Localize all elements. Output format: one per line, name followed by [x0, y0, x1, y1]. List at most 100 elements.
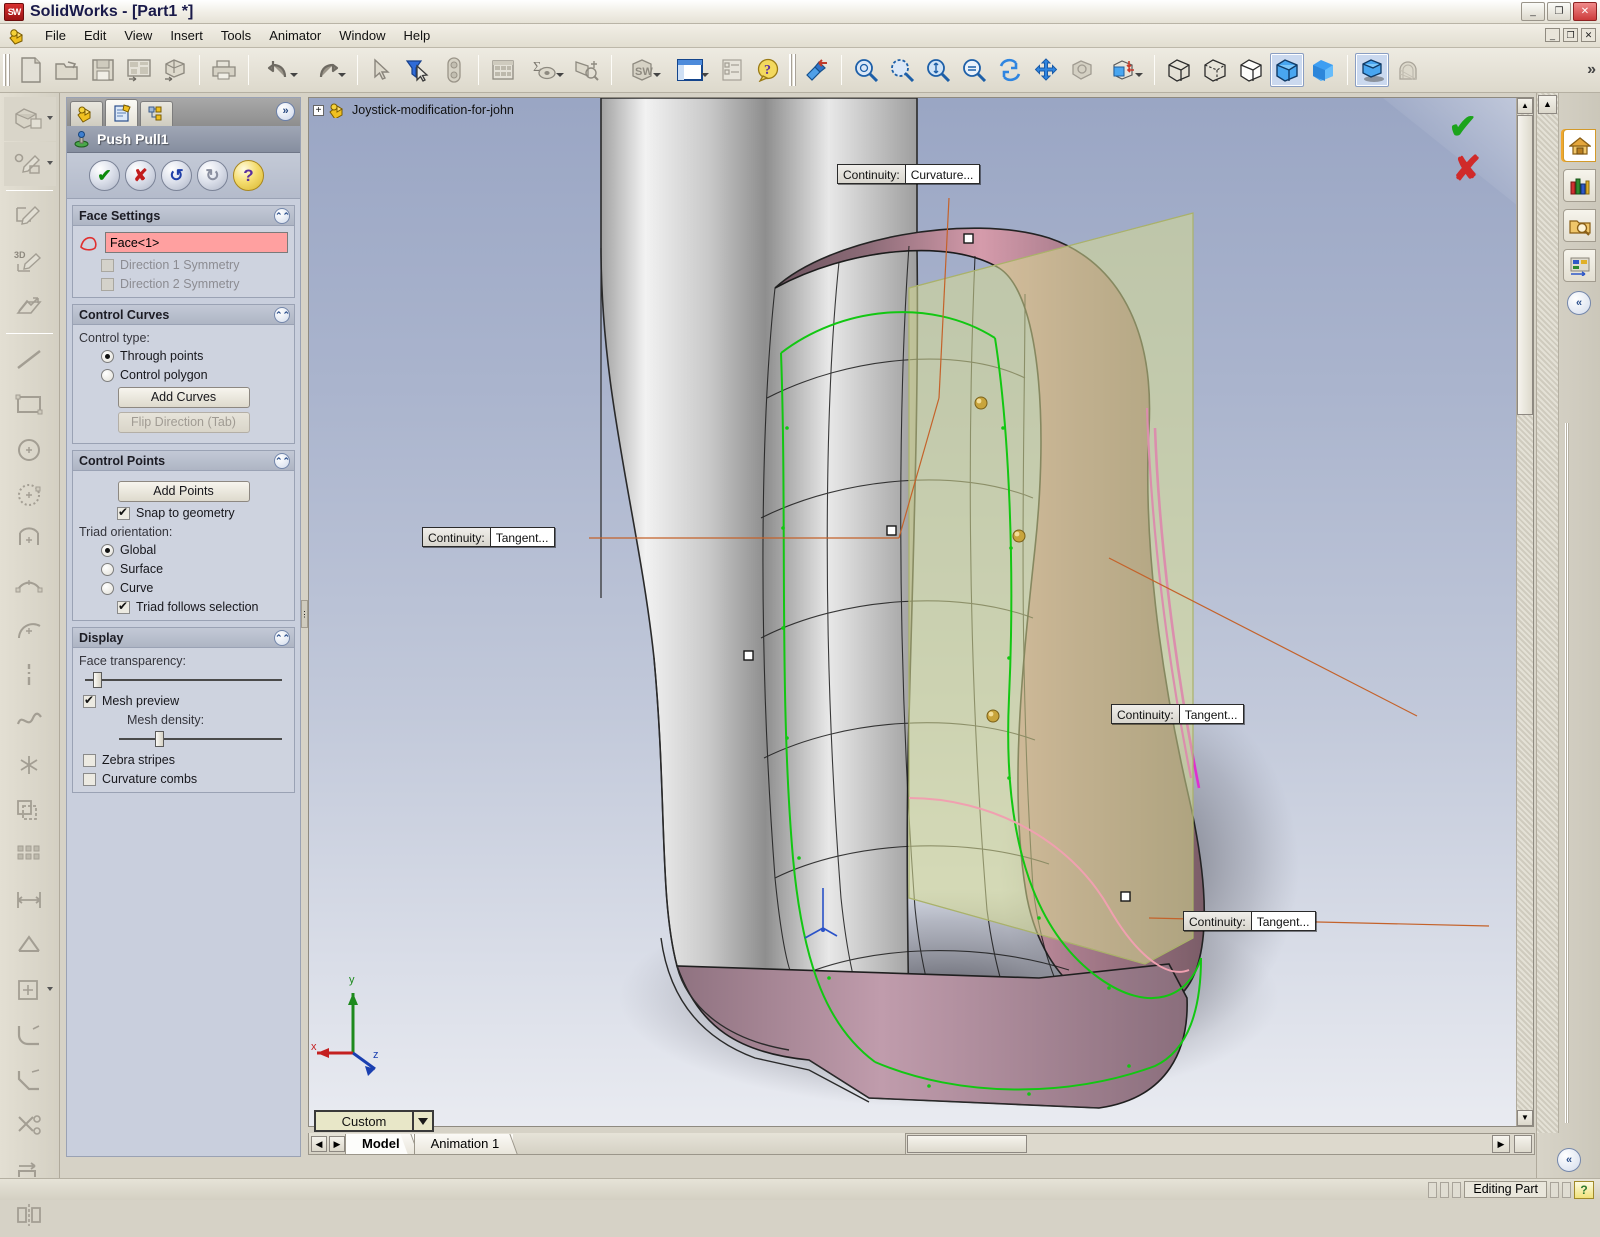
- curvature-combs-checkbox[interactable]: [83, 772, 96, 786]
- centerline-button[interactable]: [4, 653, 56, 697]
- options-list-button[interactable]: [715, 53, 749, 87]
- horizontal-scroll-end-button[interactable]: [1514, 1135, 1532, 1153]
- linear-pattern-button[interactable]: [4, 833, 56, 877]
- document-minimize-button[interactable]: _: [1545, 28, 1560, 42]
- snap-to-geometry-row[interactable]: Snap to geometry: [79, 505, 288, 520]
- perimeter-circle-button[interactable]: [4, 473, 56, 517]
- horizontal-scroll-thumb[interactable]: [907, 1135, 1027, 1153]
- toolbar-grip[interactable]: [3, 54, 10, 86]
- viewport-scroll-thumb[interactable]: [1517, 115, 1533, 415]
- standard-views-button[interactable]: [1101, 53, 1147, 87]
- tab-next-button[interactable]: ▶: [329, 1135, 345, 1152]
- direction-2-symmetry-checkbox[interactable]: [101, 277, 114, 291]
- triad-follows-selection-row[interactable]: Triad follows selection: [79, 599, 288, 614]
- 3d-drawing-view-button[interactable]: [1065, 53, 1099, 87]
- ok-button[interactable]: ✔: [89, 160, 120, 191]
- direction-1-symmetry-checkbox[interactable]: [101, 258, 114, 272]
- make-drawing-from-part-button[interactable]: [122, 53, 156, 87]
- toolbar-grip-2[interactable]: [789, 54, 796, 86]
- circle-button[interactable]: [4, 428, 56, 472]
- configuration-combo[interactable]: Custom: [314, 1110, 434, 1132]
- redo-dropdown-caret-icon[interactable]: [338, 73, 346, 77]
- section-view-cut-button[interactable]: [1391, 53, 1425, 87]
- control-points-header[interactable]: Control Points ⌃⌃: [73, 451, 294, 471]
- zoom-to-fit-button[interactable]: [849, 53, 883, 87]
- property-manager-tab[interactable]: [105, 99, 138, 126]
- display-delete-relations-button[interactable]: [4, 968, 56, 1012]
- solidworks-options-button[interactable]: SW: [619, 53, 665, 87]
- palette-tab[interactable]: [1563, 249, 1596, 282]
- make-assembly-from-part-button[interactable]: [158, 53, 192, 87]
- hidden-lines-visible-button[interactable]: [1198, 53, 1232, 87]
- feature-manager-design-tree-tab[interactable]: [70, 101, 103, 126]
- display-delete-relations-dropdown-caret-icon[interactable]: [46, 987, 53, 991]
- rebuild-button[interactable]: [486, 53, 520, 87]
- chevron-down-icon[interactable]: [412, 1112, 432, 1130]
- save-document-button[interactable]: [86, 53, 120, 87]
- rotate-view-button[interactable]: [993, 53, 1027, 87]
- task-pane-scroll-column[interactable]: ▲: [1537, 93, 1559, 1133]
- viewport-vertical-scrollbar[interactable]: ▲ ▼: [1516, 98, 1533, 1126]
- help-button[interactable]: ?: [233, 160, 264, 191]
- sw-resources-tab[interactable]: [1563, 129, 1596, 162]
- shaded-button[interactable]: [1306, 53, 1340, 87]
- standard-views-dropdown-caret-icon[interactable]: [1135, 73, 1143, 77]
- sketch-button[interactable]: [3, 142, 56, 186]
- smart-dimension-button[interactable]: [4, 878, 56, 922]
- minimize-button[interactable]: _: [1521, 2, 1545, 21]
- panel-splitter-handle[interactable]: ⋮: [301, 600, 309, 628]
- rectangle-button[interactable]: [4, 383, 56, 427]
- through-points-radio-row[interactable]: Through points: [79, 349, 288, 363]
- curvature-combs-row[interactable]: Curvature combs: [79, 772, 288, 786]
- previous-view-button[interactable]: [800, 53, 834, 87]
- toggle-selection-filter-button[interactable]: [437, 53, 471, 87]
- zoom-to-area-button[interactable]: [885, 53, 919, 87]
- select-button[interactable]: [365, 53, 399, 87]
- design-library-tab[interactable]: [1563, 169, 1596, 202]
- maximize-button[interactable]: ❐: [1547, 2, 1571, 21]
- continuity-callout-tangent-bottom[interactable]: Continuity: Tangent...: [1183, 911, 1317, 931]
- mesh-density-thumb[interactable]: [154, 731, 164, 747]
- menu-item-insert[interactable]: Insert: [161, 26, 212, 45]
- face-settings-collapse-icon[interactable]: ⌃⌃: [274, 207, 290, 224]
- document-restore-button[interactable]: ❐: [1563, 28, 1578, 42]
- shaded-with-edges-button[interactable]: [1270, 53, 1304, 87]
- three-point-arc-button[interactable]: [4, 608, 56, 652]
- face-selection-input[interactable]: [105, 232, 288, 253]
- cancel-button[interactable]: ✘: [125, 160, 156, 191]
- control-points-collapse-icon[interactable]: ⌃⌃: [274, 452, 290, 469]
- control-curves-collapse-icon[interactable]: ⌃⌃: [274, 306, 290, 323]
- toolbar-overflow-button[interactable]: »: [1587, 61, 1596, 79]
- mesh-density-slider[interactable]: [119, 731, 282, 747]
- edit-sketch-button[interactable]: [4, 195, 56, 239]
- undo-button[interactable]: [256, 53, 302, 87]
- file-explorer-tab[interactable]: [1563, 209, 1596, 242]
- offset-entities-button[interactable]: [4, 788, 56, 832]
- add-relation-button[interactable]: [4, 923, 56, 967]
- hidden-lines-removed-button[interactable]: [1234, 53, 1268, 87]
- control-polygon-radio[interactable]: [101, 368, 114, 382]
- menu-item-animator[interactable]: Animator: [260, 26, 330, 45]
- task-pane-bottom-collapse-button[interactable]: «: [1557, 1148, 1581, 1172]
- menu-item-view[interactable]: View: [115, 26, 161, 45]
- triad-surface-radio[interactable]: [101, 562, 114, 576]
- flip-direction-button[interactable]: Flip Direction (Tab): [117, 412, 250, 433]
- continuity-callout-curvature[interactable]: Continuity: Curvature...: [837, 164, 981, 184]
- open-document-button[interactable]: [50, 53, 84, 87]
- direction-2-symmetry-row[interactable]: Direction 2 Symmetry: [79, 277, 288, 291]
- 3d-sketch-button[interactable]: 3D: [4, 240, 56, 284]
- redo-button[interactable]: ↻: [197, 160, 228, 191]
- measure-dropdown-caret-icon[interactable]: [556, 73, 564, 77]
- sketch-fillet-button[interactable]: [4, 1013, 56, 1057]
- zebra-stripes-checkbox[interactable]: [83, 753, 96, 767]
- pan-button[interactable]: [1029, 53, 1063, 87]
- display-pane-button[interactable]: [667, 53, 713, 87]
- undo-dropdown-caret-icon[interactable]: [290, 73, 298, 77]
- tangent-arc-button[interactable]: [4, 563, 56, 607]
- extruded-boss-base-button[interactable]: [3, 97, 56, 141]
- mesh-preview-row[interactable]: Mesh preview: [79, 693, 288, 708]
- continuity-callout-curvature-value[interactable]: Curvature...: [904, 165, 980, 183]
- point-button[interactable]: [4, 743, 56, 787]
- menu-item-file[interactable]: File: [36, 26, 75, 45]
- trim-entities-button[interactable]: [4, 1103, 56, 1147]
